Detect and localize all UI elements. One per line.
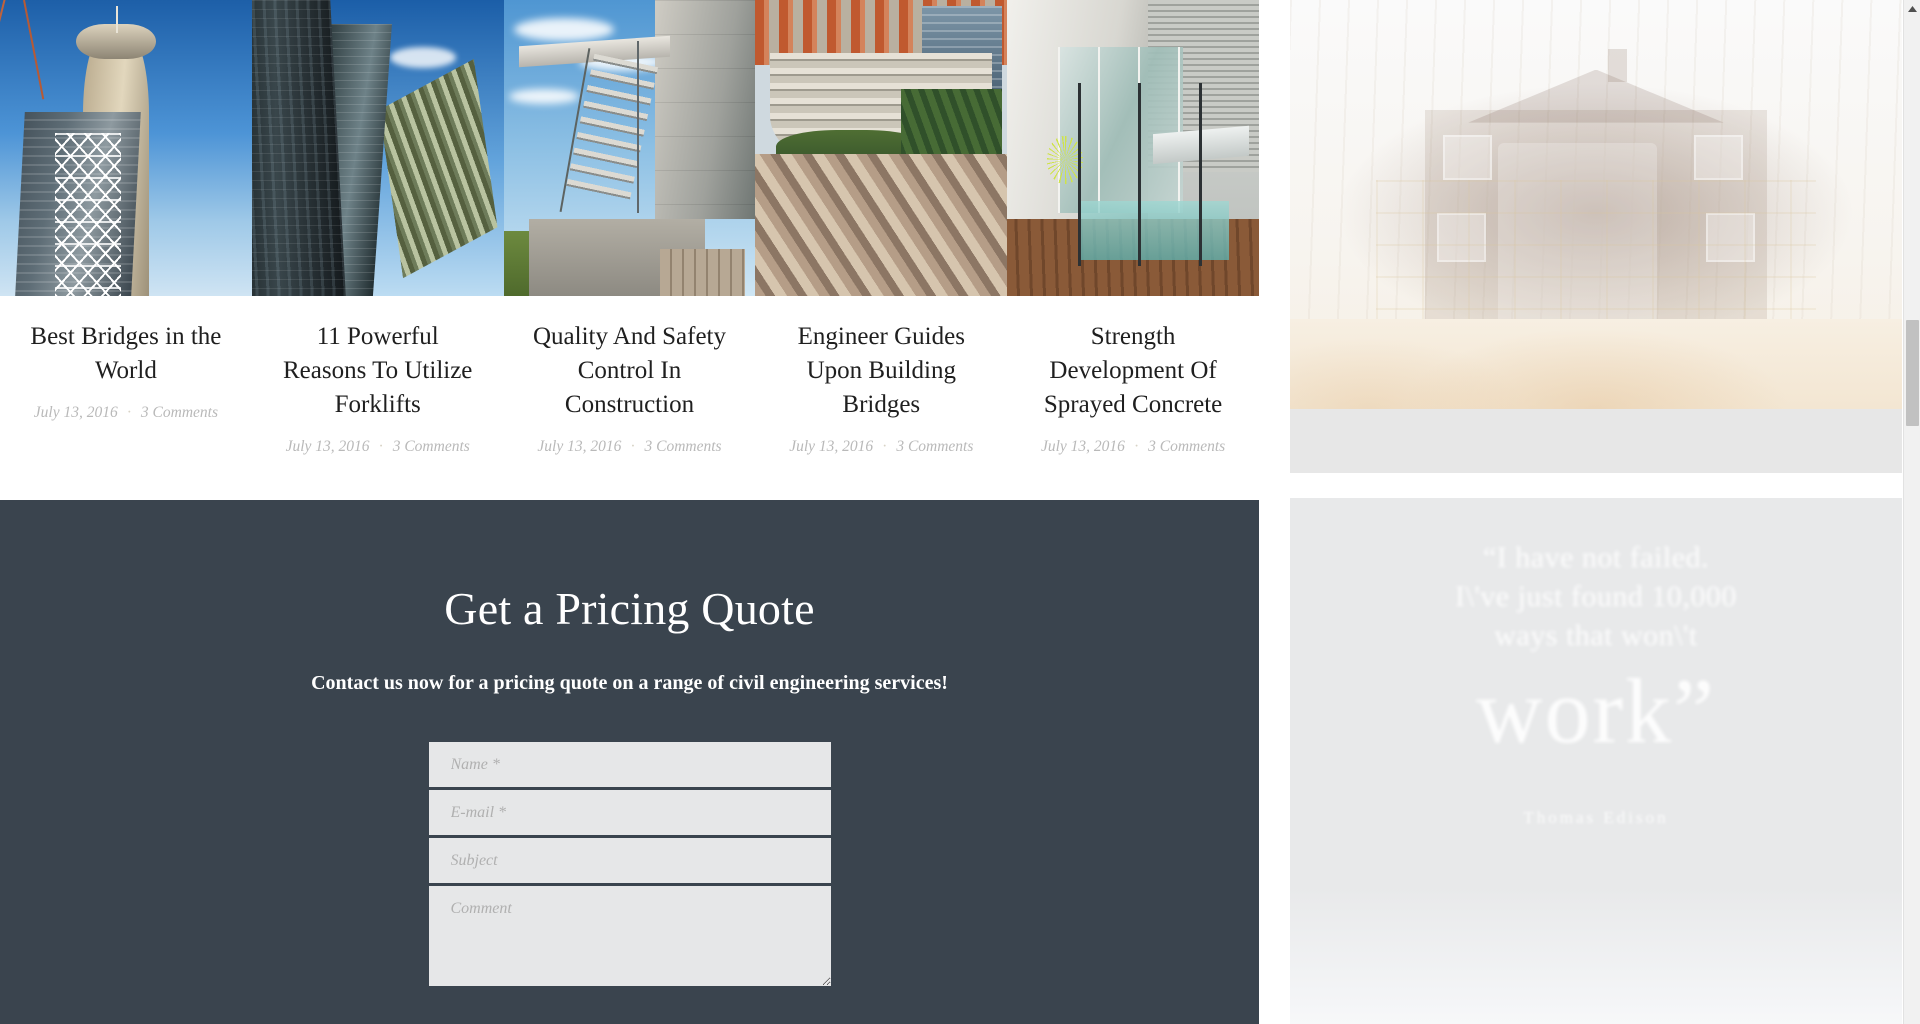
preview-separator-band: [1290, 409, 1902, 473]
page-root: Best Bridges in the World July 13, 2016 ·…: [0, 0, 1920, 1024]
scroll-up-arrow-icon[interactable]: [1904, 0, 1920, 17]
post-date: July 13, 2016: [1040, 438, 1125, 455]
post-comments[interactable]: 3 Comments: [645, 438, 722, 455]
preview-quote-emphasis: work”: [1476, 660, 1716, 762]
preview-quote-line-1: “I have not failed.: [1482, 541, 1710, 574]
post-card[interactable]: Strength Development Of Sprayed Concrete…: [1007, 0, 1259, 456]
post-card[interactable]: Engineer Guides Upon Building Bridges Ju…: [755, 0, 1008, 456]
meta-separator: ·: [630, 438, 636, 455]
main-content: Best Bridges in the World July 13, 2016 ·…: [0, 0, 1259, 1024]
meta-separator: ·: [126, 404, 132, 421]
post-grid: Best Bridges in the World July 13, 2016 ·…: [0, 0, 1259, 456]
subject-input[interactable]: [428, 838, 831, 883]
contact-form: [428, 742, 831, 986]
post-meta: July 13, 2016 · 3 Comments: [504, 422, 756, 456]
post-meta: July 13, 2016 · 3 Comments: [252, 422, 504, 456]
post-comments[interactable]: 3 Comments: [896, 438, 973, 455]
post-comments[interactable]: 3 Comments: [141, 404, 218, 421]
meta-separator: ·: [882, 438, 888, 455]
post-thumbnail-hillside-terraces[interactable]: [755, 0, 1008, 296]
post-meta: July 13, 2016 · 3 Comments: [0, 388, 252, 422]
name-input[interactable]: [428, 742, 831, 787]
preview-quote-section: “I have not failed. I\'ve just found 10,…: [1290, 498, 1902, 1024]
preview-quote-author: Thomas Edison: [1523, 808, 1669, 827]
vertical-scrollbar[interactable]: [1903, 0, 1920, 1024]
post-title[interactable]: 11 Powerful Reasons To Utilize Forklifts: [252, 296, 504, 422]
post-card[interactable]: Quality And Safety Control In Constructi…: [503, 0, 756, 456]
pricing-quote-inner: Get a Pricing Quote Contact us now for a…: [0, 500, 1259, 986]
pricing-quote-section: Get a Pricing Quote Contact us now for a…: [0, 500, 1259, 1024]
post-title[interactable]: Quality And Safety Control In Constructi…: [504, 296, 756, 422]
preview-quote-line-2: I\'ve just found 10,000: [1455, 580, 1737, 613]
post-date: July 13, 2016: [789, 438, 874, 455]
preview-quote-line-3: ways that won\'t: [1494, 619, 1698, 652]
preview-hero-image: [1290, 0, 1902, 409]
page-title: Get a Pricing Quote: [444, 583, 815, 634]
post-card[interactable]: Best Bridges in the World July 13, 2016 ·…: [0, 0, 252, 456]
preview-panel: “I have not failed. I\'ve just found 10,…: [1290, 0, 1902, 1024]
pricing-quote-subheading: Contact us now for a pricing quote on a …: [311, 672, 948, 694]
post-title[interactable]: Strength Development Of Sprayed Concrete: [1007, 296, 1259, 422]
scrollbar-thumb[interactable]: [1906, 320, 1919, 426]
meta-separator: ·: [378, 438, 384, 455]
post-comments[interactable]: 3 Comments: [1148, 438, 1225, 455]
post-thumbnail-glass-skyscrapers[interactable]: [251, 0, 504, 296]
post-date: July 13, 2016: [285, 438, 370, 455]
post-title[interactable]: Engineer Guides Upon Building Bridges: [755, 296, 1007, 422]
post-meta: July 13, 2016 · 3 Comments: [755, 422, 1007, 456]
post-date: July 13, 2016: [33, 404, 118, 421]
post-card[interactable]: 11 Powerful Reasons To Utilize Forklifts…: [251, 0, 504, 456]
post-date: July 13, 2016: [537, 438, 622, 455]
post-thumbnail-tower-construction[interactable]: [0, 0, 252, 296]
meta-separator: ·: [1133, 438, 1140, 455]
email-field[interactable]: [428, 790, 831, 835]
preview-quote-block: “I have not failed. I\'ve just found 10,…: [1290, 538, 1902, 759]
post-thumbnail-modern-house-pool[interactable]: [1007, 0, 1259, 296]
comment-textarea[interactable]: [428, 886, 831, 986]
post-comments[interactable]: 3 Comments: [393, 438, 470, 455]
post-title[interactable]: Best Bridges in the World: [0, 296, 252, 388]
post-thumbnail-concrete-staircase[interactable]: [503, 0, 756, 296]
post-meta: July 13, 2016 · 3 Comments: [1007, 422, 1259, 456]
